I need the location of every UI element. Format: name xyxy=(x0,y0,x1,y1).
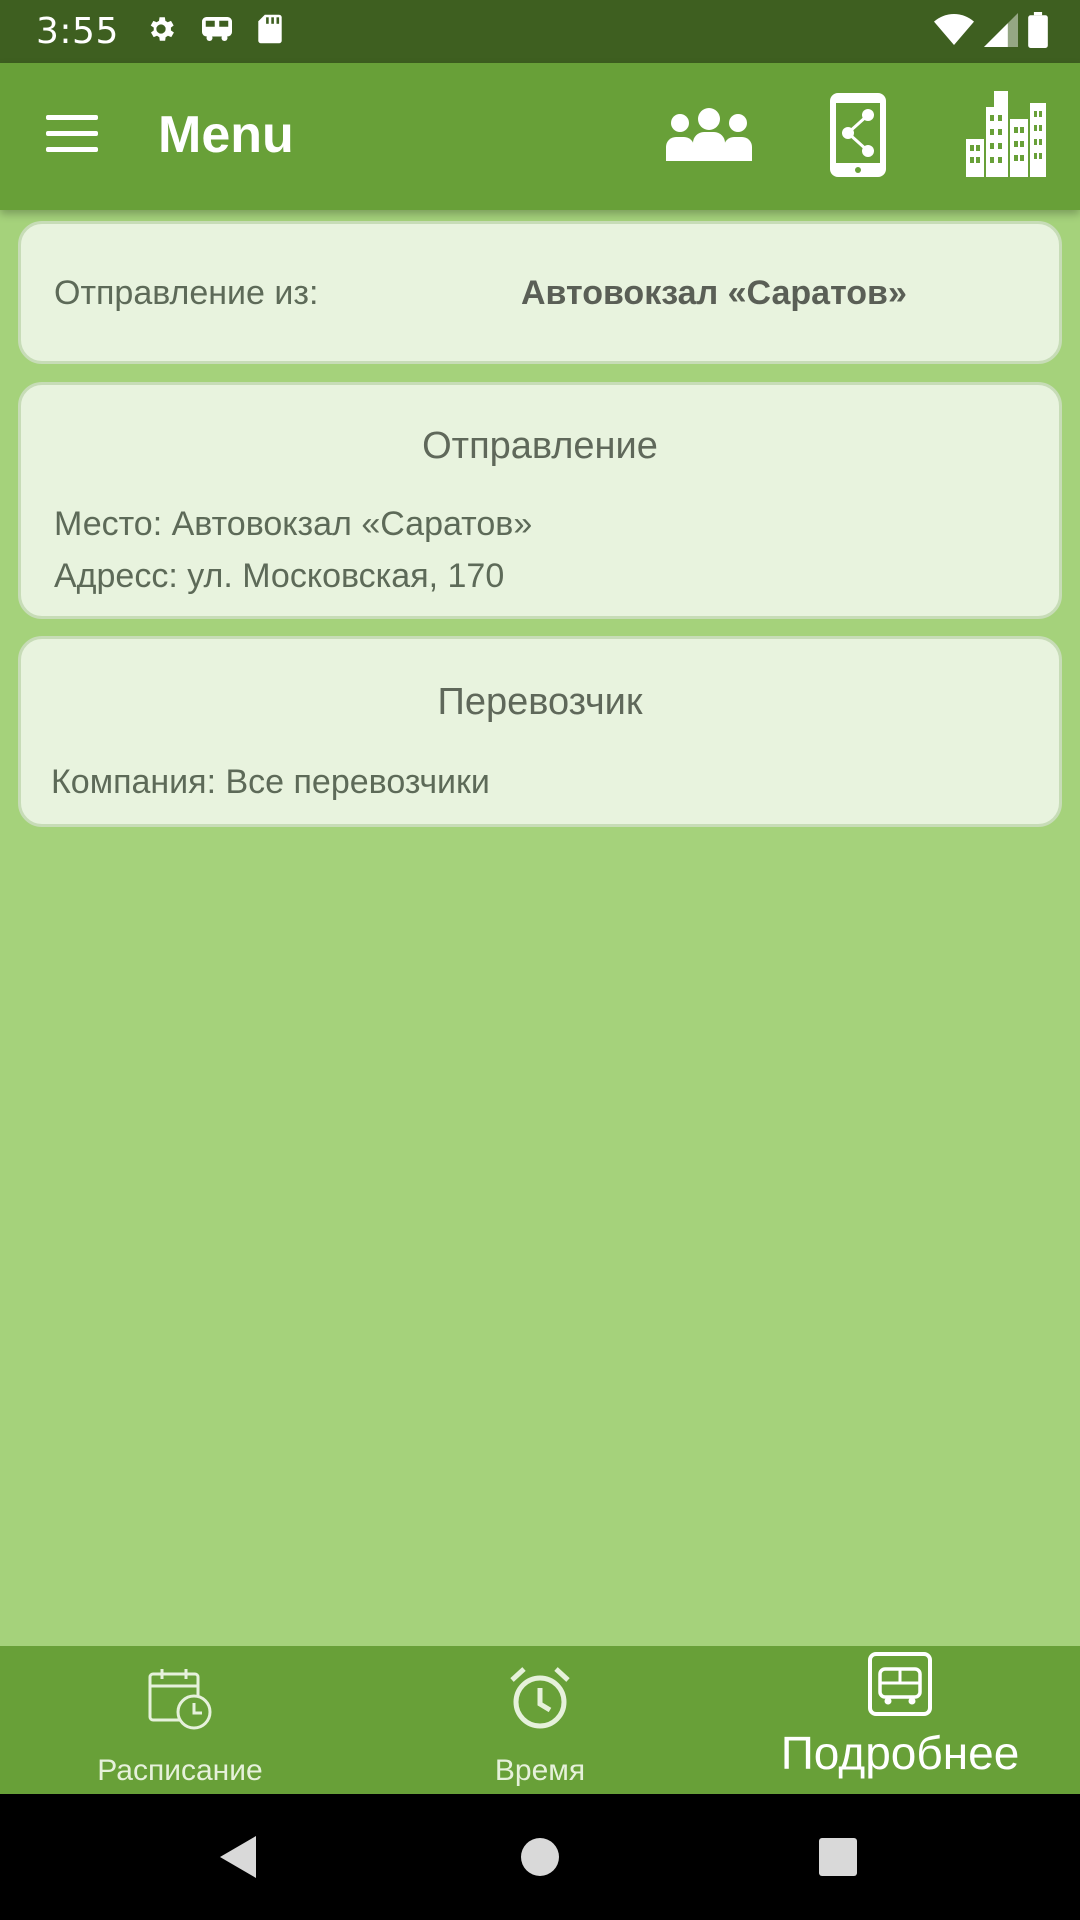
calendar-clock-icon xyxy=(146,1666,214,1737)
city-icon[interactable] xyxy=(964,89,1048,182)
battery-icon xyxy=(1028,12,1048,53)
status-bar: 3:55 xyxy=(0,0,1080,63)
alarm-clock-icon xyxy=(508,1666,572,1737)
departure-from-card[interactable]: Отправление из: Автовокзал «Саратов» xyxy=(18,221,1062,364)
departure-card: Отправление Место: Автовокзал «Саратов» … xyxy=(18,382,1062,619)
wifi-icon xyxy=(934,13,974,52)
nav-item-time[interactable]: Время xyxy=(420,1646,660,1794)
recents-icon[interactable] xyxy=(818,1834,858,1885)
nav-item-details[interactable]: Подробнее xyxy=(740,1646,1060,1794)
nav-label-schedule: Расписание xyxy=(97,1754,263,1787)
sd-card-icon xyxy=(257,13,283,50)
bottom-navigation: Расписание Время Подробнее xyxy=(0,1646,1080,1794)
carrier-card-title: Перевозчик xyxy=(437,681,643,723)
signal-icon xyxy=(984,13,1018,52)
departure-from-value: Автовокзал «Саратов» xyxy=(521,274,907,312)
nav-label-details: Подробнее xyxy=(780,1727,1020,1779)
share-phone-icon[interactable] xyxy=(828,91,888,184)
departure-address: Адресс: ул. Московская, 170 xyxy=(54,557,505,595)
status-time: 3:55 xyxy=(36,11,119,52)
carrier-company: Компания: Все перевозчики xyxy=(51,763,490,801)
bus-icon xyxy=(867,1651,933,1722)
menu-icon[interactable] xyxy=(46,115,98,155)
bus-icon xyxy=(199,14,235,49)
departure-from-label: Отправление из: xyxy=(54,274,319,312)
page-title: Menu xyxy=(158,106,294,164)
home-icon[interactable] xyxy=(520,1834,560,1885)
nav-item-schedule[interactable]: Расписание xyxy=(60,1646,300,1794)
gear-icon xyxy=(145,13,177,50)
carrier-card[interactable]: Перевозчик Компания: Все перевозчики xyxy=(18,636,1062,827)
system-navigation-bar xyxy=(0,1794,1080,1920)
departure-place: Место: Автовокзал «Саратов» xyxy=(54,505,533,543)
departure-card-title: Отправление xyxy=(422,425,658,467)
app-bar: Menu xyxy=(0,63,1080,210)
group-icon[interactable] xyxy=(664,107,754,168)
back-icon[interactable] xyxy=(218,1834,258,1885)
nav-label-time: Время xyxy=(494,1754,586,1787)
